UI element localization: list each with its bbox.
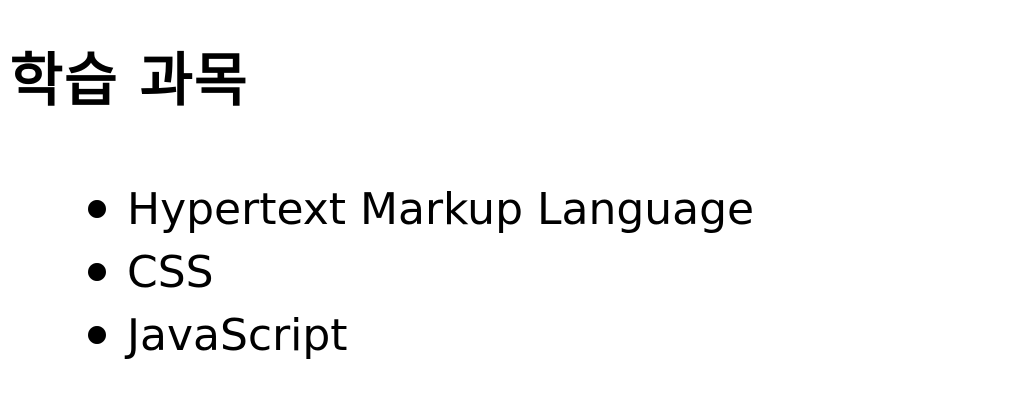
- page: 학습 과목 Hypertext Markup Language CSS Java…: [0, 0, 1029, 413]
- list-item-label: JavaScript: [127, 310, 348, 361]
- list-item-label: CSS: [127, 247, 214, 298]
- list-item: Hypertext Markup Language: [88, 178, 754, 241]
- bullet-icon: [88, 326, 106, 344]
- list-item: CSS: [88, 241, 754, 304]
- bullet-icon: [88, 200, 106, 218]
- list-item: JavaScript: [88, 304, 754, 367]
- page-title: 학습 과목: [10, 46, 249, 114]
- bullet-icon: [88, 263, 106, 281]
- list-item-label: Hypertext Markup Language: [127, 184, 755, 235]
- subject-list: Hypertext Markup Language CSS JavaScript: [88, 178, 754, 367]
